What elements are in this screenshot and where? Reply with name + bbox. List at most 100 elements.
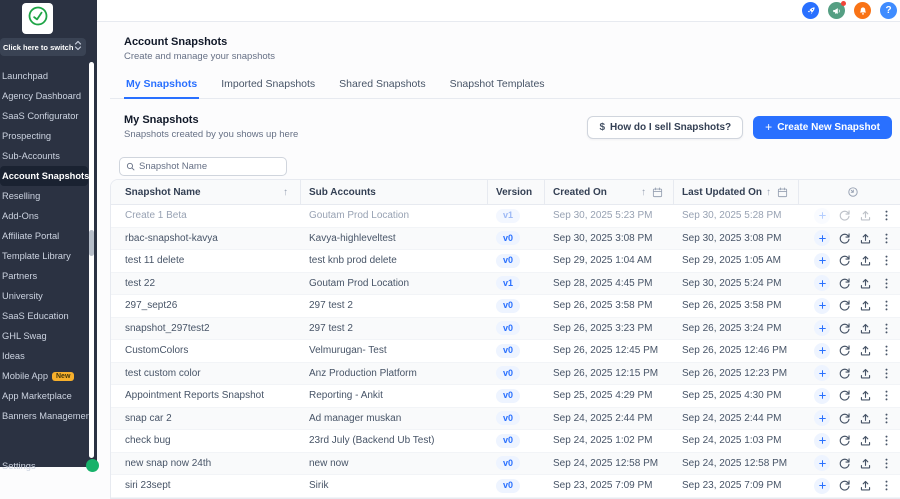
version-badge[interactable]: v0 bbox=[496, 344, 520, 358]
refresh-snapshot-button[interactable] bbox=[838, 232, 851, 245]
table-row[interactable]: Appointment Reports Snapshot Reporting -… bbox=[111, 385, 900, 408]
refresh-snapshot-button[interactable] bbox=[838, 299, 851, 312]
table-row[interactable]: siri 23sept Sirik v0 Sep 23, 2025 7:09 P… bbox=[111, 475, 900, 498]
tab-my-snapshots[interactable]: My Snapshots bbox=[124, 74, 199, 99]
version-badge[interactable]: v0 bbox=[496, 231, 520, 245]
account-switcher[interactable]: Click here to switch bbox=[0, 38, 86, 56]
refresh-snapshot-button[interactable] bbox=[838, 277, 851, 290]
import-snapshot-button[interactable] bbox=[814, 275, 830, 291]
row-menu-button[interactable] bbox=[880, 344, 893, 357]
table-row[interactable]: CustomColors Velmurugan- Test v0 Sep 26,… bbox=[111, 340, 900, 363]
import-snapshot-button[interactable] bbox=[814, 433, 830, 449]
version-badge[interactable]: v0 bbox=[496, 434, 520, 448]
snapshot-name-cell[interactable]: Create 1 Beta bbox=[111, 210, 301, 221]
agency-logo[interactable] bbox=[22, 3, 53, 34]
push-snapshot-button[interactable] bbox=[859, 209, 872, 222]
snapshot-name-cell[interactable]: rbac-snapshot-kavya bbox=[111, 233, 301, 244]
sidebar-item-banners-management[interactable]: Banners Management bbox=[0, 406, 88, 426]
snapshot-name-cell[interactable]: snapshot_297test2 bbox=[111, 323, 301, 334]
import-snapshot-button[interactable] bbox=[814, 365, 830, 381]
snapshot-name-cell[interactable]: snap car 2 bbox=[111, 413, 301, 424]
table-row[interactable]: check bug 23rd July (Backend Ub Test) v0… bbox=[111, 430, 900, 453]
import-snapshot-button[interactable] bbox=[814, 230, 830, 246]
column-created-on[interactable]: Created On ↑ bbox=[545, 180, 674, 204]
refresh-snapshot-button[interactable] bbox=[838, 412, 851, 425]
online-indicator[interactable] bbox=[86, 459, 99, 472]
calendar-icon[interactable] bbox=[777, 187, 788, 198]
snapshot-name-cell[interactable]: siri 23sept bbox=[111, 480, 301, 491]
version-badge[interactable]: v0 bbox=[496, 299, 520, 313]
version-badge[interactable]: v0 bbox=[496, 366, 520, 380]
push-snapshot-button[interactable] bbox=[859, 479, 872, 492]
import-snapshot-button[interactable] bbox=[814, 320, 830, 336]
calendar-icon[interactable] bbox=[652, 187, 663, 198]
row-menu-button[interactable] bbox=[880, 479, 893, 492]
import-snapshot-button[interactable] bbox=[814, 208, 830, 224]
push-snapshot-button[interactable] bbox=[859, 277, 872, 290]
sort-arrow-up-icon[interactable]: ↑ bbox=[766, 187, 771, 198]
table-row[interactable]: rbac-snapshot-kavya Kavya-highleveltest … bbox=[111, 228, 900, 251]
snapshot-name-cell[interactable]: 297_sept26 bbox=[111, 300, 301, 311]
sidebar-item-app-marketplace[interactable]: App Marketplace bbox=[0, 386, 88, 406]
push-snapshot-button[interactable] bbox=[859, 367, 872, 380]
version-badge[interactable]: v0 bbox=[496, 456, 520, 470]
import-snapshot-button[interactable] bbox=[814, 253, 830, 269]
row-menu-button[interactable] bbox=[880, 434, 893, 447]
snapshot-name-cell[interactable]: CustomColors bbox=[111, 345, 301, 356]
snapshot-name-cell[interactable]: check bug bbox=[111, 435, 301, 446]
push-snapshot-button[interactable] bbox=[859, 299, 872, 312]
snapshot-name-cell[interactable]: new snap now 24th bbox=[111, 458, 301, 469]
sort-arrow-up-icon[interactable]: ↑ bbox=[283, 187, 288, 198]
sidebar-item-template-library[interactable]: Template Library bbox=[0, 246, 88, 266]
import-snapshot-button[interactable] bbox=[814, 455, 830, 471]
table-row[interactable]: snapshot_297test2 297 test 2 v0 Sep 26, … bbox=[111, 318, 900, 341]
row-menu-button[interactable] bbox=[880, 232, 893, 245]
refresh-snapshot-button[interactable] bbox=[838, 254, 851, 267]
row-menu-button[interactable] bbox=[880, 322, 893, 335]
snapshot-search[interactable] bbox=[119, 157, 287, 176]
version-badge[interactable]: v0 bbox=[496, 411, 520, 425]
sidebar-item-launchpad[interactable]: Launchpad bbox=[0, 66, 88, 86]
sidebar-item-mobile-app[interactable]: Mobile App New bbox=[0, 366, 88, 386]
refresh-snapshot-button[interactable] bbox=[838, 434, 851, 447]
version-badge[interactable]: v1 bbox=[496, 209, 520, 223]
table-row[interactable]: snap car 2 Ad manager muskan v0 Sep 24, … bbox=[111, 408, 900, 431]
snapshot-name-cell[interactable]: test 11 delete bbox=[111, 255, 301, 266]
refresh-snapshot-button[interactable] bbox=[838, 457, 851, 470]
row-menu-button[interactable] bbox=[880, 209, 893, 222]
table-row[interactable]: Create 1 Beta Goutam Prod Location v1 Se… bbox=[111, 205, 900, 228]
table-row[interactable]: test custom color Anz Production Platfor… bbox=[111, 363, 900, 386]
row-menu-button[interactable] bbox=[880, 412, 893, 425]
refresh-snapshot-button[interactable] bbox=[838, 479, 851, 492]
sidebar-item-add-ons[interactable]: Add-Ons bbox=[0, 206, 88, 226]
table-row[interactable]: test 11 delete test knb prod delete v0 S… bbox=[111, 250, 900, 273]
announcements-button[interactable] bbox=[828, 2, 845, 19]
snapshot-name-cell[interactable]: test custom color bbox=[111, 368, 301, 379]
push-snapshot-button[interactable] bbox=[859, 322, 872, 335]
table-row[interactable]: 297_sept26 297 test 2 v0 Sep 26, 2025 3:… bbox=[111, 295, 900, 318]
version-badge[interactable]: v0 bbox=[496, 254, 520, 268]
push-snapshot-button[interactable] bbox=[859, 412, 872, 425]
import-snapshot-button[interactable] bbox=[814, 388, 830, 404]
sidebar-item-affiliate-portal[interactable]: Affiliate Portal bbox=[0, 226, 88, 246]
version-badge[interactable]: v0 bbox=[496, 479, 520, 493]
sidebar-item-reselling[interactable]: Reselling bbox=[0, 186, 88, 206]
table-row[interactable]: new snap now 24th new now v0 Sep 24, 202… bbox=[111, 453, 900, 476]
refresh-snapshot-button[interactable] bbox=[838, 209, 851, 222]
push-snapshot-button[interactable] bbox=[859, 232, 872, 245]
sidebar-item-settings[interactable]: Settings bbox=[2, 461, 36, 471]
sidebar-item-ideas[interactable]: Ideas bbox=[0, 346, 88, 366]
push-snapshot-button[interactable] bbox=[859, 457, 872, 470]
sidebar-item-partners[interactable]: Partners bbox=[0, 266, 88, 286]
import-snapshot-button[interactable] bbox=[814, 478, 830, 494]
row-menu-button[interactable] bbox=[880, 457, 893, 470]
column-last-updated-on[interactable]: Last Updated On ↑ bbox=[674, 180, 799, 204]
version-badge[interactable]: v0 bbox=[496, 389, 520, 403]
tab-imported-snapshots[interactable]: Imported Snapshots bbox=[219, 74, 317, 99]
sidebar-item-saas-configurator[interactable]: SaaS Configurator bbox=[0, 106, 88, 126]
import-snapshot-button[interactable] bbox=[814, 410, 830, 426]
row-menu-button[interactable] bbox=[880, 389, 893, 402]
snapshot-name-cell[interactable]: Appointment Reports Snapshot bbox=[111, 390, 301, 401]
help-button[interactable]: ? bbox=[880, 2, 897, 19]
push-snapshot-button[interactable] bbox=[859, 434, 872, 447]
